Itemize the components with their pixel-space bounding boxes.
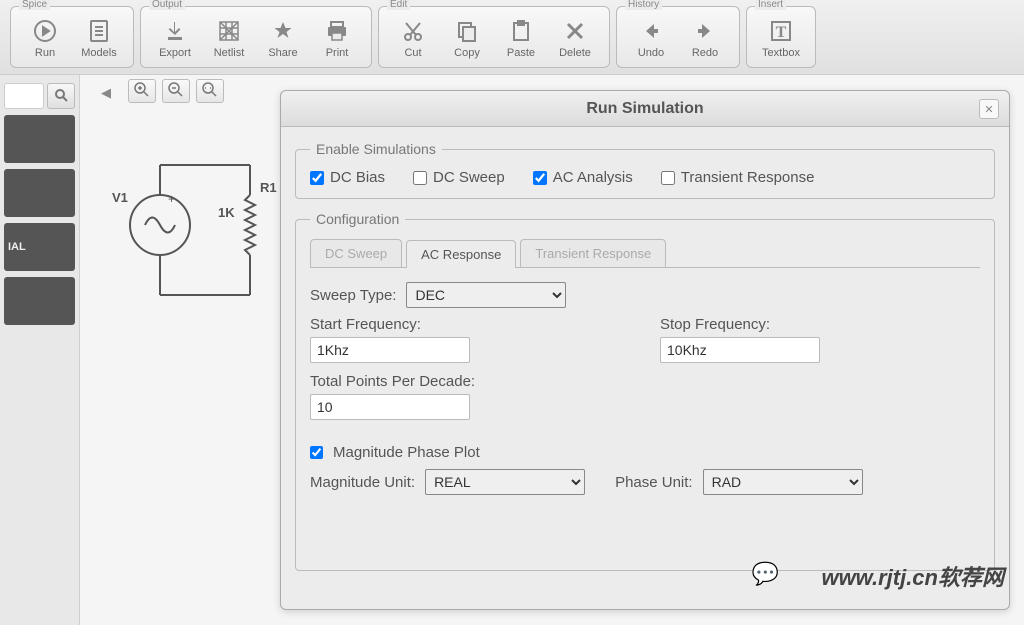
phase-unit-label: Phase Unit: (615, 474, 693, 491)
start-freq-label: Start Frequency: (310, 316, 630, 333)
mag-unit-label: Magnitude Unit: (310, 474, 415, 491)
list-item[interactable] (4, 169, 75, 217)
component-value-r1: 1K (218, 205, 235, 220)
svg-text:T: T (776, 24, 787, 41)
enable-simulations-group: Enable Simulations DC Bias DC Sweep AC A… (295, 141, 995, 199)
dialog-close-button[interactable]: ✕ (979, 99, 999, 119)
star-icon (270, 18, 296, 44)
search-icon (54, 88, 68, 105)
start-freq-input[interactable] (310, 337, 470, 363)
arrow-left-icon (638, 18, 664, 44)
configuration-group: Configuration DC Sweep AC Response Trans… (295, 211, 995, 571)
models-button[interactable]: Models (73, 11, 125, 65)
tab-ac-response[interactable]: AC Response (406, 240, 516, 268)
toolbar-group-insert: Insert TTextbox (746, 6, 816, 68)
delete-button[interactable]: Delete (549, 11, 601, 65)
sweep-type-select[interactable]: DEC (406, 282, 566, 308)
arrow-right-icon (692, 18, 718, 44)
cut-button[interactable]: Cut (387, 11, 439, 65)
delete-icon (562, 18, 588, 44)
undo-button[interactable]: Undo (625, 11, 677, 65)
svg-text:+: + (168, 192, 175, 206)
scissors-icon (400, 18, 426, 44)
dc-bias-checkbox-label[interactable]: DC Bias (310, 169, 385, 186)
close-icon: ✕ (984, 103, 993, 116)
schematic-drawing: + V1 R1 1K (100, 145, 280, 328)
sidebar: IAL (0, 75, 80, 625)
list-item[interactable]: IAL (4, 223, 75, 271)
search-input[interactable] (4, 83, 44, 109)
list-item[interactable] (4, 115, 75, 163)
stop-freq-input[interactable] (660, 337, 820, 363)
download-icon (162, 18, 188, 44)
dc-bias-checkbox[interactable] (310, 171, 324, 185)
run-simulation-dialog: Run Simulation ✕ Enable Simulations DC B… (280, 90, 1010, 610)
mag-phase-checkbox-label[interactable]: Magnitude Phase Plot (310, 444, 980, 461)
play-icon (32, 18, 58, 44)
toolbar-group-spice: Spice Run Models (10, 6, 134, 68)
print-button[interactable]: Print (311, 11, 363, 65)
mag-phase-checkbox[interactable] (310, 446, 323, 459)
redo-button[interactable]: Redo (679, 11, 731, 65)
share-button[interactable]: Share (257, 11, 309, 65)
dc-sweep-checkbox[interactable] (413, 171, 427, 185)
main-toolbar: Spice Run Models Output Export Netlist S… (0, 0, 1024, 75)
netlist-button[interactable]: Netlist (203, 11, 255, 65)
component-label-v1: V1 (112, 190, 128, 205)
search-button[interactable] (47, 83, 75, 109)
zoom-out-button[interactable] (162, 79, 190, 103)
toolbar-group-history: History Undo Redo (616, 6, 740, 68)
zoom-out-icon (168, 82, 184, 101)
list-item[interactable] (4, 277, 75, 325)
stop-freq-label: Stop Frequency: (660, 316, 980, 333)
paste-button[interactable]: Paste (495, 11, 547, 65)
export-button[interactable]: Export (149, 11, 201, 65)
textbox-button[interactable]: TTextbox (755, 11, 807, 65)
printer-icon (324, 18, 350, 44)
clipboard-icon (508, 18, 534, 44)
zoom-fit-icon (202, 82, 218, 101)
scroll-left-button[interactable]: ◀ (98, 83, 114, 103)
zoom-fit-button[interactable] (196, 79, 224, 103)
dc-sweep-checkbox-label[interactable]: DC Sweep (413, 169, 505, 186)
copy-icon (454, 18, 480, 44)
zoom-in-icon (134, 82, 150, 101)
textbox-icon: T (768, 18, 794, 44)
run-button[interactable]: Run (19, 11, 71, 65)
sweep-type-label: Sweep Type: (310, 287, 396, 304)
component-label-r1: R1 (260, 180, 277, 195)
points-input[interactable] (310, 394, 470, 420)
copy-button[interactable]: Copy (441, 11, 493, 65)
transient-checkbox-label[interactable]: Transient Response (661, 169, 815, 186)
grid-icon (216, 18, 242, 44)
dialog-title: Run Simulation (586, 100, 703, 118)
document-icon (86, 18, 112, 44)
points-label: Total Points Per Decade: (310, 373, 980, 390)
toolbar-group-edit: Edit Cut Copy Paste Delete (378, 6, 610, 68)
tab-transient[interactable]: Transient Response (520, 239, 666, 267)
mag-unit-select[interactable]: REAL (425, 469, 585, 495)
zoom-in-button[interactable] (128, 79, 156, 103)
transient-checkbox[interactable] (661, 171, 675, 185)
toolbar-group-output: Output Export Netlist Share Print (140, 6, 372, 68)
ac-analysis-checkbox-label[interactable]: AC Analysis (533, 169, 633, 186)
ac-analysis-checkbox[interactable] (533, 171, 547, 185)
dialog-header[interactable]: Run Simulation ✕ (281, 91, 1009, 127)
tab-dc-sweep[interactable]: DC Sweep (310, 239, 402, 267)
phase-unit-select[interactable]: RAD (703, 469, 863, 495)
